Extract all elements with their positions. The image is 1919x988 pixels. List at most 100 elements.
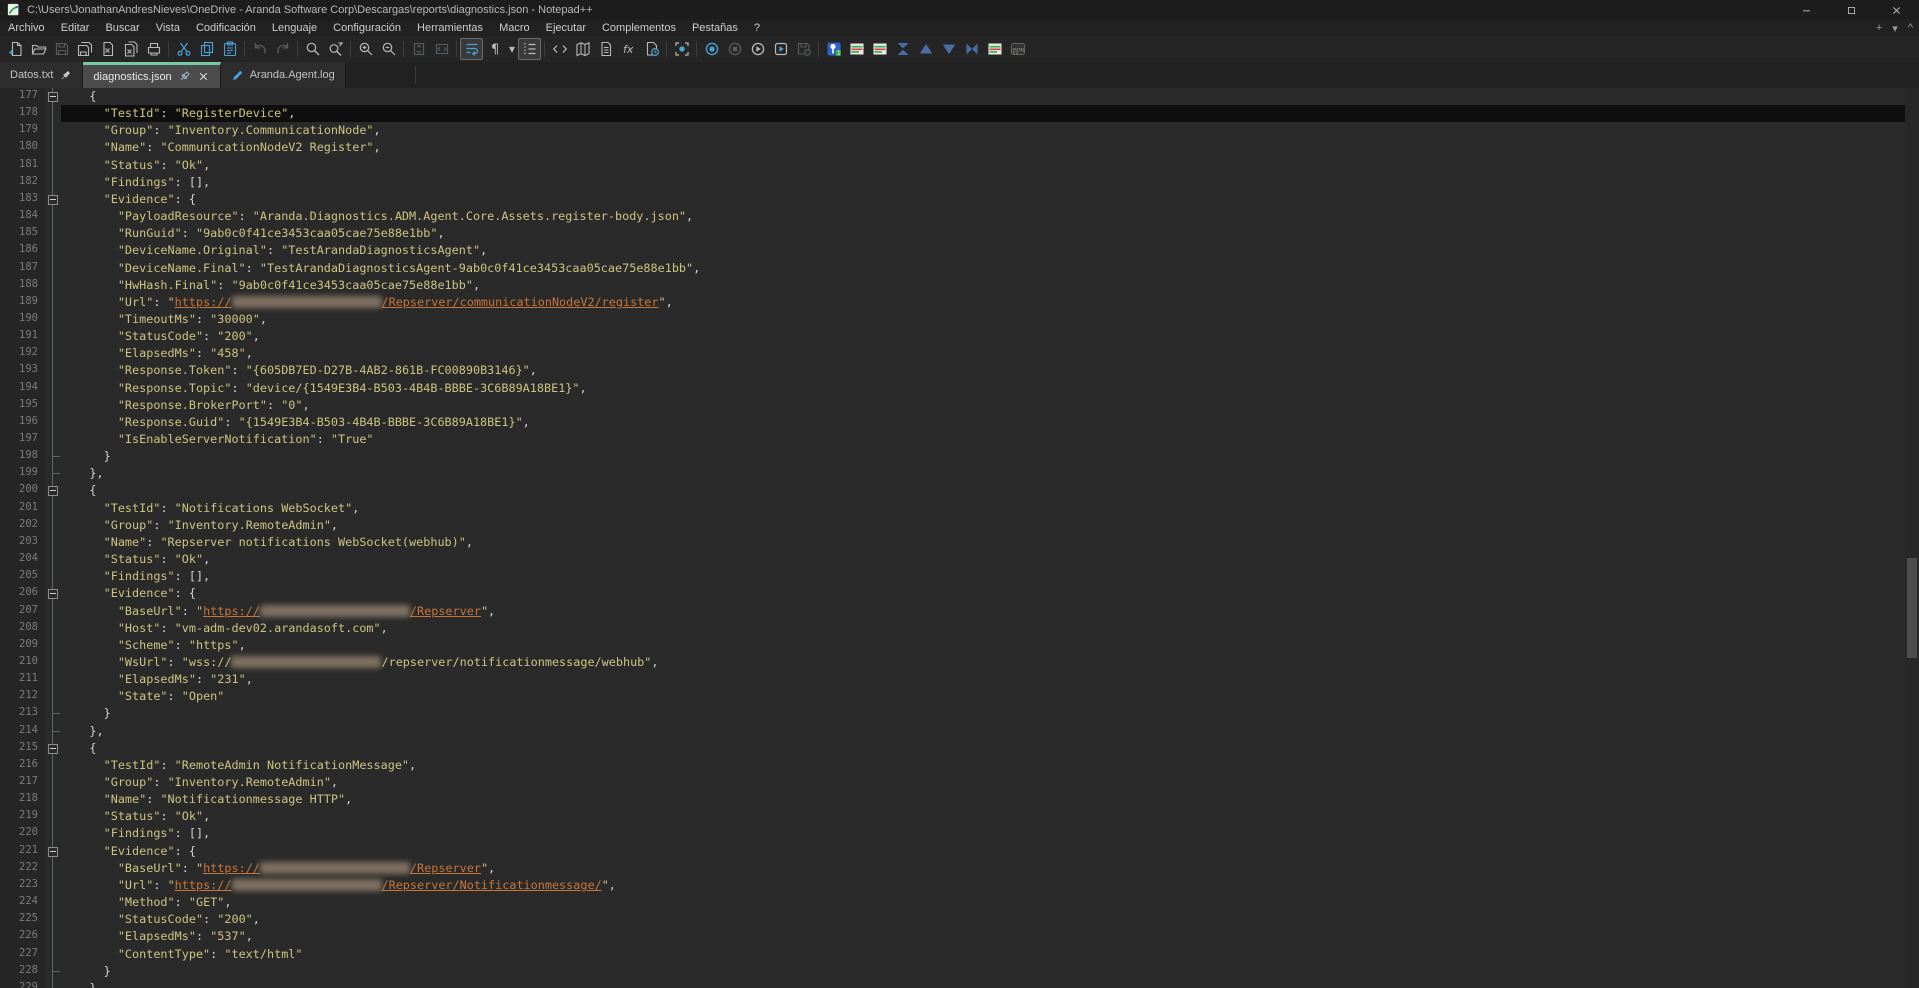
find-button[interactable] <box>301 38 324 60</box>
menu-item-pesta-as[interactable]: Pestañas <box>684 22 746 34</box>
line-number[interactable]: 180 <box>0 140 38 152</box>
indent-guide-button[interactable] <box>518 38 541 60</box>
macro-record-button[interactable] <box>700 38 723 60</box>
code-line-177[interactable]: 177 { <box>0 88 1905 105</box>
redo-button[interactable] <box>271 38 294 60</box>
line-number[interactable]: 191 <box>0 329 38 341</box>
code-line-214[interactable]: 214 }, <box>0 723 1905 740</box>
paste-button[interactable] <box>218 38 241 60</box>
line-number[interactable]: 225 <box>0 912 38 924</box>
snapshot-button[interactable] <box>670 38 693 60</box>
menu-item-archivo[interactable]: Archivo <box>0 22 53 34</box>
line-number[interactable]: 228 <box>0 964 38 976</box>
new-tab-button[interactable]: + <box>1876 22 1882 34</box>
plugin-expand-up-button[interactable] <box>914 38 937 60</box>
scrollbar-thumb[interactable] <box>1907 558 1917 658</box>
code-line-204[interactable]: 204 "Status": "Ok", <box>0 551 1905 568</box>
code-line-187[interactable]: 187 "DeviceName.Final": "TestArandaDiagn… <box>0 260 1905 277</box>
line-number[interactable]: 196 <box>0 415 38 427</box>
close-button[interactable] <box>1874 0 1919 20</box>
line-number[interactable]: 222 <box>0 861 38 873</box>
code-line-179[interactable]: 179 "Group": "Inventory.CommunicationNod… <box>0 122 1905 139</box>
code-line-212[interactable]: 212 "State": "Open" <box>0 688 1905 705</box>
line-number[interactable]: 207 <box>0 604 38 616</box>
zoom-in-button[interactable] <box>354 38 377 60</box>
code-line-219[interactable]: 219 "Status": "Ok", <box>0 808 1905 825</box>
code-line-199[interactable]: 199 }, <box>0 465 1905 482</box>
undo-button[interactable] <box>248 38 271 60</box>
line-number[interactable]: 188 <box>0 278 38 290</box>
plugin-table-button[interactable] <box>845 38 868 60</box>
code-line-200[interactable]: 200 { <box>0 482 1905 499</box>
line-number[interactable]: 179 <box>0 123 38 135</box>
line-number[interactable]: 198 <box>0 449 38 461</box>
line-number[interactable]: 177 <box>0 89 38 101</box>
show-all-chars-button[interactable] <box>483 38 506 60</box>
code-line-215[interactable]: 215 { <box>0 740 1905 757</box>
code-line-210[interactable]: 210 "WsUrl": "wss:///repserver/notificat… <box>0 654 1905 671</box>
code-line-178[interactable]: 178 "TestId": "RegisterDevice", <box>0 105 1905 122</box>
fold-collapse-icon[interactable] <box>48 744 58 754</box>
fold-collapse-icon[interactable] <box>48 195 58 205</box>
menu-item-help[interactable]: ? <box>746 22 768 34</box>
menu-item-buscar[interactable]: Buscar <box>97 22 147 34</box>
fold-collapse-icon[interactable] <box>48 486 58 496</box>
line-number[interactable]: 223 <box>0 878 38 890</box>
code-line-221[interactable]: 221 "Evidence": { <box>0 843 1905 860</box>
line-number[interactable]: 197 <box>0 432 38 444</box>
code-line-227[interactable]: 227 "ContentType": "text/html" <box>0 946 1905 963</box>
line-number[interactable]: 187 <box>0 261 38 273</box>
line-number[interactable]: 204 <box>0 552 38 564</box>
line-number[interactable]: 212 <box>0 689 38 701</box>
line-number[interactable]: 209 <box>0 638 38 650</box>
menu-item-editar[interactable]: Editar <box>53 22 98 34</box>
line-number[interactable]: 210 <box>0 655 38 667</box>
menu-item-configuraci-n[interactable]: Configuración <box>325 22 409 34</box>
code-line-192[interactable]: 192 "ElapsedMs": "458", <box>0 345 1905 362</box>
macro-run-multiple-button[interactable] <box>769 38 792 60</box>
code-line-182[interactable]: 182 "Findings": [], <box>0 174 1905 191</box>
show-all-chars-dropdown-button[interactable]: ▾ <box>506 38 518 60</box>
function-signature-button[interactable] <box>617 38 640 60</box>
code-line-224[interactable]: 224 "Method": "GET", <box>0 894 1905 911</box>
menu-item-vista[interactable]: Vista <box>148 22 188 34</box>
line-number[interactable]: 186 <box>0 243 38 255</box>
line-number[interactable]: 202 <box>0 518 38 530</box>
line-number[interactable]: 216 <box>0 758 38 770</box>
code-line-229[interactable]: 229 }, <box>0 980 1905 988</box>
line-number[interactable]: 178 <box>0 106 38 118</box>
menu-item-macro[interactable]: Macro <box>491 22 538 34</box>
line-number[interactable]: 190 <box>0 312 38 324</box>
code-line-202[interactable]: 202 "Group": "Inventory.RemoteAdmin", <box>0 517 1905 534</box>
code-line-196[interactable]: 196 "Response.Guid": "{1549E3B4-B503-4B4… <box>0 414 1905 431</box>
line-number[interactable]: 205 <box>0 569 38 581</box>
code-line-181[interactable]: 181 "Status": "Ok", <box>0 157 1905 174</box>
code-line-194[interactable]: 194 "Response.Topic": "device/{1549E3B4-… <box>0 380 1905 397</box>
menu-item-complementos[interactable]: Complementos <box>594 22 684 34</box>
close-tab-icon[interactable] <box>197 70 210 83</box>
document-list-button[interactable] <box>594 38 617 60</box>
line-number[interactable]: 215 <box>0 741 38 753</box>
line-number[interactable]: 193 <box>0 363 38 375</box>
word-wrap-button[interactable] <box>460 38 483 60</box>
pushpin-icon[interactable] <box>59 69 72 82</box>
replace-button[interactable] <box>324 38 347 60</box>
code-line-190[interactable]: 190 "TimeoutMs": "30000", <box>0 311 1905 328</box>
plugin-table3-button[interactable] <box>983 38 1006 60</box>
line-number[interactable]: 201 <box>0 501 38 513</box>
maximize-button[interactable] <box>1829 0 1874 20</box>
fold-collapse-icon[interactable] <box>48 589 58 599</box>
code-line-183[interactable]: 183 "Evidence": { <box>0 191 1905 208</box>
code-line-205[interactable]: 205 "Findings": [], <box>0 568 1905 585</box>
code-line-217[interactable]: 217 "Group": "Inventory.RemoteAdmin", <box>0 774 1905 791</box>
line-number[interactable]: 206 <box>0 586 38 598</box>
line-number[interactable]: 213 <box>0 706 38 718</box>
macro-stop-button[interactable] <box>723 38 746 60</box>
line-number[interactable]: 220 <box>0 826 38 838</box>
close-all-button[interactable] <box>119 38 142 60</box>
code-line-185[interactable]: 185 "RunGuid": "9ab0c0f41ce3453caa05cae7… <box>0 225 1905 242</box>
line-number[interactable]: 192 <box>0 346 38 358</box>
tab-diagnostics-json[interactable]: diagnostics.json <box>83 62 220 88</box>
line-number[interactable]: 226 <box>0 929 38 941</box>
sync-horizontal-button[interactable] <box>430 38 453 60</box>
